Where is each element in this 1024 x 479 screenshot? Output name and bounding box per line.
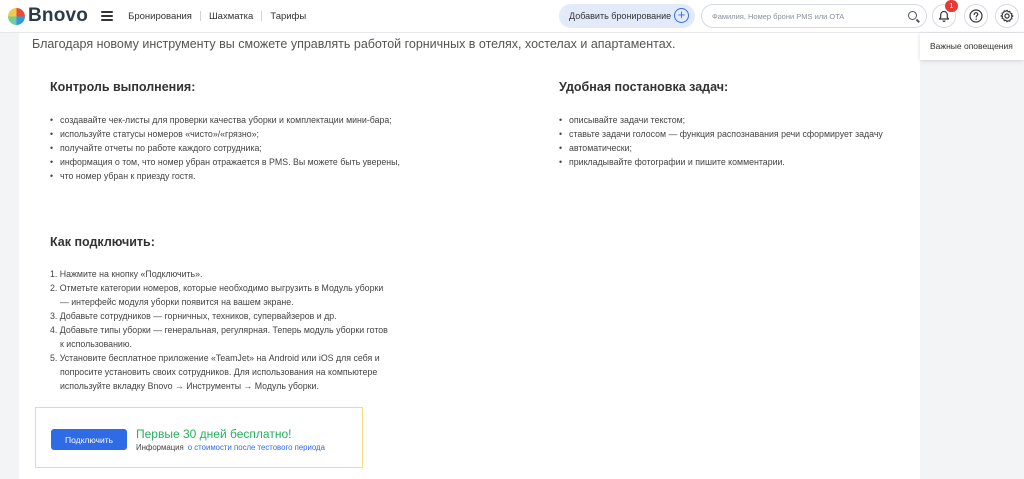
gear-icon xyxy=(1000,9,1014,23)
menu-icon[interactable] xyxy=(101,11,114,21)
list-item: получайте отчеты по работе каждого сотру… xyxy=(50,141,470,155)
list-item: прикладывайте фотографии и пишите коммен… xyxy=(559,155,919,169)
plus-circle-icon: + xyxy=(674,8,689,23)
connect-panel: Подключить Первые 30 дней бесплатно! Инф… xyxy=(35,407,363,468)
add-booking-label: Добавить бронирование xyxy=(569,11,672,21)
control-title: Контроль выполнения: xyxy=(50,80,196,94)
list-item: описывайте задачи текстом; xyxy=(559,113,919,127)
tasks-list: описывайте задачи текстом; ставьте задач… xyxy=(559,113,919,169)
settings-button[interactable] xyxy=(995,4,1019,28)
list-item-continuation: что номер убран к приезду гостя. xyxy=(50,169,470,183)
help-button[interactable] xyxy=(964,4,988,28)
logo-text: Bnovo xyxy=(28,5,89,26)
info-label: Информация xyxy=(136,443,184,452)
step-item-continuation: — интерфейс модуля уборки появится на ва… xyxy=(60,297,294,307)
step-item-continuation: к использованию. xyxy=(60,339,132,349)
notification-count-badge: 1 xyxy=(945,0,958,12)
step-item: 4. Добавьте типы уборки — генеральная, р… xyxy=(50,325,388,335)
search-input[interactable] xyxy=(712,11,902,21)
intro-text: Благодаря новому инструменту вы сможете … xyxy=(32,37,676,51)
step-item-continuation: попросите установить своих сотрудников. … xyxy=(60,367,378,377)
nav-rates[interactable]: Тарифы xyxy=(270,11,306,22)
list-item: используйте статусы номеров «чисто»/«гря… xyxy=(50,127,470,141)
pricing-link[interactable]: о стоимости после тестового периода xyxy=(188,443,325,452)
main-nav: Бронирования Шахматка Тарифы xyxy=(128,11,306,22)
step-item: 2. Отметьте категории номеров, которые н… xyxy=(50,283,384,293)
howto-steps: 1. Нажмите на кнопку «Подключить». 2. От… xyxy=(50,267,480,393)
step-item: 3. Добавьте сотрудников — горничных, тех… xyxy=(50,311,337,321)
step-item: 5. Установите бесплатное приложение «Tea… xyxy=(50,353,380,363)
list-item: информация о том, что номер убран отража… xyxy=(50,155,470,169)
logo[interactable]: Bnovo xyxy=(8,5,88,27)
list-item-continuation: автоматически; xyxy=(559,141,919,155)
cleaning-module-page: Благодаря новому инструменту вы сможете … xyxy=(19,33,920,479)
add-booking-button[interactable]: Добавить бронирование + xyxy=(559,4,695,28)
howto-title: Как подключить: xyxy=(50,235,155,249)
search-icon[interactable] xyxy=(908,11,917,20)
nav-divider xyxy=(261,11,263,21)
connect-button[interactable]: Подключить xyxy=(51,429,127,450)
free-trial-text: Первые 30 дней бесплатно! xyxy=(136,427,292,441)
nav-divider xyxy=(199,11,201,21)
control-list: создавайте чек-листы для проверки качест… xyxy=(50,113,470,183)
tasks-title: Удобная постановка задач: xyxy=(559,80,729,94)
step-item: 1. Нажмите на кнопку «Подключить». xyxy=(50,269,203,279)
pricing-info: Информация о стоимости после тестового пе… xyxy=(136,443,325,452)
help-icon xyxy=(969,9,983,23)
important-alerts-label: Важные оповещения xyxy=(930,41,1013,51)
nav-bookings[interactable]: Бронирования xyxy=(128,11,192,22)
list-item: ставьте задачи голосом — функция распозн… xyxy=(559,127,919,141)
list-item: создавайте чек-листы для проверки качест… xyxy=(50,113,470,127)
nav-chessboard[interactable]: Шахматка xyxy=(209,11,253,22)
step-item-continuation: используйте вкладку Bnovo → Инструменты … xyxy=(60,381,319,391)
important-alerts-popup[interactable]: Важные оповещения xyxy=(920,33,1024,60)
logo-icon xyxy=(8,7,25,25)
search-field[interactable] xyxy=(701,4,927,28)
